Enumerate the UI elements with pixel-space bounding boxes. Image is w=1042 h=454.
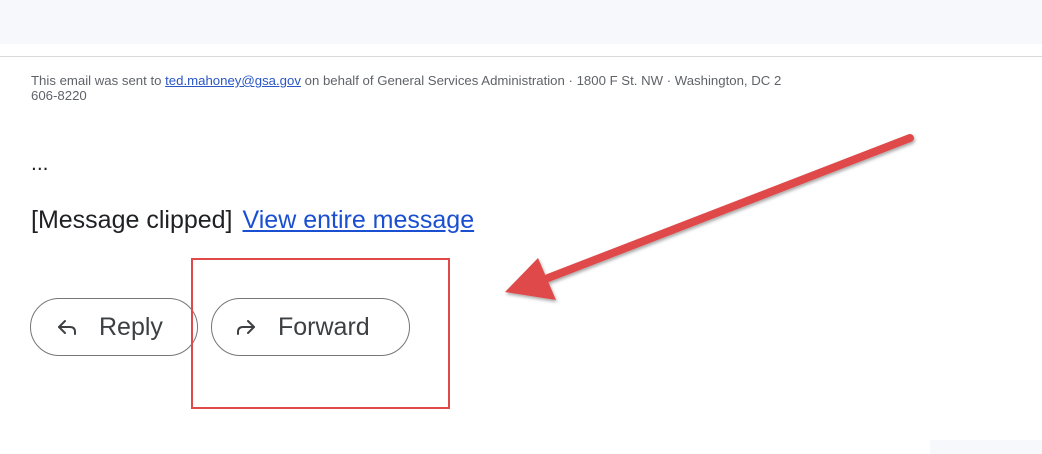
message-clipped-row: [Message clipped] View entire message <box>31 204 474 236</box>
divider <box>0 56 1042 57</box>
toolbar-band <box>0 0 1042 44</box>
recipient-email-link[interactable]: ted.mahoney@gsa.gov <box>165 73 301 88</box>
view-entire-message-link[interactable]: View entire message <box>243 206 475 234</box>
reply-icon <box>58 320 76 335</box>
email-footer-note: This email was sent to ted.mahoney@gsa.g… <box>31 73 1042 103</box>
reply-label: Reply <box>99 312 163 341</box>
footer-suffix: on behalf of General Services Administra… <box>300 73 782 88</box>
footer-line2: 606-8220 <box>31 88 87 103</box>
bottom-edge <box>930 440 1042 454</box>
message-clipped-label: [Message clipped] <box>31 206 233 234</box>
email-view: This email was sent to ted.mahoney@gsa.g… <box>0 0 1042 454</box>
reply-button[interactable]: Reply <box>30 298 198 356</box>
footer-prefix: This email was sent to <box>31 73 166 88</box>
highlight-box <box>191 258 450 409</box>
trimmed-content-ellipsis[interactable]: ... <box>31 152 49 176</box>
